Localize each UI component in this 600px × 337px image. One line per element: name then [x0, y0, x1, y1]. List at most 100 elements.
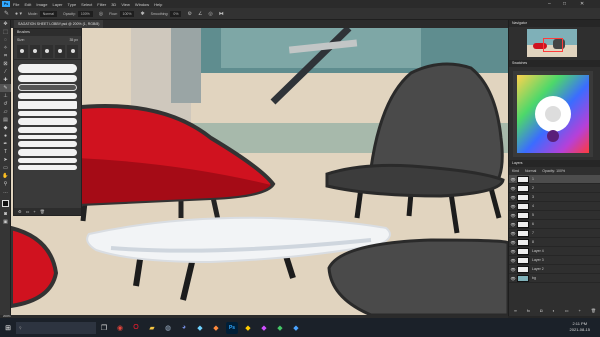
pen-tool-icon[interactable]: ✒: [0, 140, 11, 148]
app-icon[interactable]: ◆: [210, 322, 222, 334]
settings-gear-icon[interactable]: ⚙: [187, 11, 191, 17]
swatches-tab[interactable]: Swatches: [509, 60, 600, 67]
document-canvas[interactable]: [11, 28, 508, 315]
brush-stroke-preview[interactable]: [18, 118, 77, 125]
menu-3d[interactable]: 3D: [111, 2, 116, 7]
brush-settings-icon[interactable]: ⚙: [18, 209, 22, 214]
hand-tool-icon[interactable]: ✋: [0, 172, 11, 180]
fx-icon[interactable]: fx: [527, 308, 530, 314]
navigator-thumbnail[interactable]: [527, 29, 577, 57]
eraser-tool-icon[interactable]: ▱: [0, 108, 11, 116]
brush-stroke-preview[interactable]: [18, 101, 77, 109]
pressure-size-icon[interactable]: ◎: [208, 11, 212, 17]
link-layers-icon[interactable]: ∞: [514, 308, 517, 314]
visibility-eye-icon[interactable]: 👁: [509, 267, 517, 272]
layer-row[interactable]: 👁 3: [509, 193, 600, 202]
mask-icon[interactable]: ◘: [540, 308, 542, 314]
brush-stroke-preview[interactable]: [18, 64, 77, 73]
layers-tab[interactable]: Layers: [509, 160, 600, 167]
new-brush-icon[interactable]: +: [33, 209, 35, 214]
visibility-eye-icon[interactable]: 👁: [509, 213, 517, 218]
menu-layer[interactable]: Layer: [52, 2, 62, 7]
brush-stroke-preview[interactable]: [18, 149, 77, 156]
smoothing-input[interactable]: 0%: [170, 10, 182, 17]
task-view-icon[interactable]: ❐: [98, 322, 110, 334]
menu-window[interactable]: Window: [135, 2, 149, 7]
smoothing-control[interactable]: Smoothing: 0%: [151, 10, 182, 17]
menu-file[interactable]: File: [13, 2, 19, 7]
color-wheel[interactable]: [513, 71, 593, 157]
quick-mask-icon[interactable]: ◙: [0, 210, 11, 218]
menu-type[interactable]: Type: [68, 2, 77, 7]
app-icon[interactable]: ◆: [258, 322, 270, 334]
path-selection-tool-icon[interactable]: ➤: [0, 156, 11, 164]
photoshop-taskbar-icon[interactable]: Ps: [226, 321, 238, 334]
layer-row[interactable]: 👁 7: [509, 229, 600, 238]
crop-tool-icon[interactable]: ⌗: [0, 52, 11, 60]
visibility-eye-icon[interactable]: 👁: [509, 240, 517, 245]
opera-icon[interactable]: O: [130, 322, 142, 334]
brush-stroke-preview[interactable]: [18, 93, 77, 99]
brush-stroke-preview[interactable]: [18, 141, 77, 147]
brush-preset[interactable]: [54, 45, 66, 58]
type-tool-icon[interactable]: T: [0, 148, 11, 156]
shape-tool-icon[interactable]: ▭: [0, 164, 11, 172]
screen-mode-icon[interactable]: ▣: [0, 218, 11, 226]
brush-stroke-preview[interactable]: [18, 75, 77, 82]
mode-select[interactable]: Normal: [39, 10, 57, 17]
frame-tool-icon[interactable]: ⊠: [0, 60, 11, 68]
app-icon[interactable]: ◆: [242, 322, 254, 334]
layer-row[interactable]: 👁 2: [509, 184, 600, 193]
visibility-eye-icon[interactable]: 👁: [509, 258, 517, 263]
brush-stroke-preview[interactable]: [18, 158, 77, 163]
brush-size-value[interactable]: 35 px: [69, 38, 78, 42]
steam-icon[interactable]: ◍: [162, 322, 174, 334]
blend-mode-select[interactable]: Normal: [525, 169, 536, 173]
healing-tool-icon[interactable]: ✚: [0, 76, 11, 84]
menu-help[interactable]: Help: [154, 2, 162, 7]
close-icon[interactable]: ✕: [580, 0, 584, 8]
flow-control[interactable]: Flow: 100%: [109, 10, 135, 17]
gradient-tool-icon[interactable]: ▤: [0, 116, 11, 124]
windows-start-icon[interactable]: ⊞: [2, 322, 14, 334]
menu-select[interactable]: Select: [81, 2, 92, 7]
brush-stroke-preview[interactable]: [18, 135, 77, 139]
file-explorer-icon[interactable]: ▰: [146, 322, 158, 334]
chrome-icon[interactable]: ◉: [114, 322, 126, 334]
group-folder-icon[interactable]: ▭: [565, 308, 569, 314]
layer-row[interactable]: 👁 4: [509, 202, 600, 211]
angle-icon[interactable]: ∠: [198, 11, 202, 17]
layer-row[interactable]: 👁 bg: [509, 274, 600, 283]
layer-opacity[interactable]: Opacity: 100%: [542, 169, 565, 173]
visibility-eye-icon[interactable]: 👁: [509, 276, 517, 281]
history-brush-tool-icon[interactable]: ↺: [0, 100, 11, 108]
magic-wand-tool-icon[interactable]: ✧: [0, 44, 11, 52]
visibility-eye-icon[interactable]: 👁: [509, 186, 517, 191]
trash-icon[interactable]: 🗑: [40, 209, 45, 214]
delete-layer-icon[interactable]: 🗑: [591, 308, 596, 314]
airbrush-icon[interactable]: ✱: [140, 11, 144, 17]
menu-edit[interactable]: Edit: [24, 2, 31, 7]
search-box[interactable]: ⚲: [16, 321, 96, 334]
brush-stroke-preview[interactable]: [18, 127, 77, 133]
brush-stroke-preview[interactable]: [18, 84, 77, 91]
clone-stamp-tool-icon[interactable]: ⊥: [0, 92, 11, 100]
minimize-icon[interactable]: –: [548, 0, 551, 8]
brush-stroke-preview[interactable]: [18, 111, 77, 116]
layer-row[interactable]: 👁 5: [509, 211, 600, 220]
brush-preset[interactable]: [17, 45, 28, 58]
layer-row[interactable]: 👁 Layer 4: [509, 247, 600, 256]
menu-filter[interactable]: Filter: [97, 2, 106, 7]
flow-input[interactable]: 100%: [119, 10, 135, 17]
document-tab[interactable]: SAGATION SHEET LOBBY.psd @ 200% (1, RGB/…: [14, 20, 104, 28]
lasso-tool-icon[interactable]: ◌: [0, 36, 11, 44]
menu-image[interactable]: Image: [36, 2, 47, 7]
layer-row[interactable]: 👁 Layer 3: [509, 256, 600, 265]
navigator-tab[interactable]: Navigator: [509, 20, 600, 27]
kind-filter[interactable]: Kind: [512, 169, 519, 173]
new-layer-icon[interactable]: +: [579, 308, 581, 314]
move-tool-icon[interactable]: ✥: [0, 20, 11, 28]
opacity-input[interactable]: 100%: [77, 10, 93, 17]
menu-view[interactable]: View: [121, 2, 130, 7]
layer-row[interactable]: 👁 8: [509, 238, 600, 247]
